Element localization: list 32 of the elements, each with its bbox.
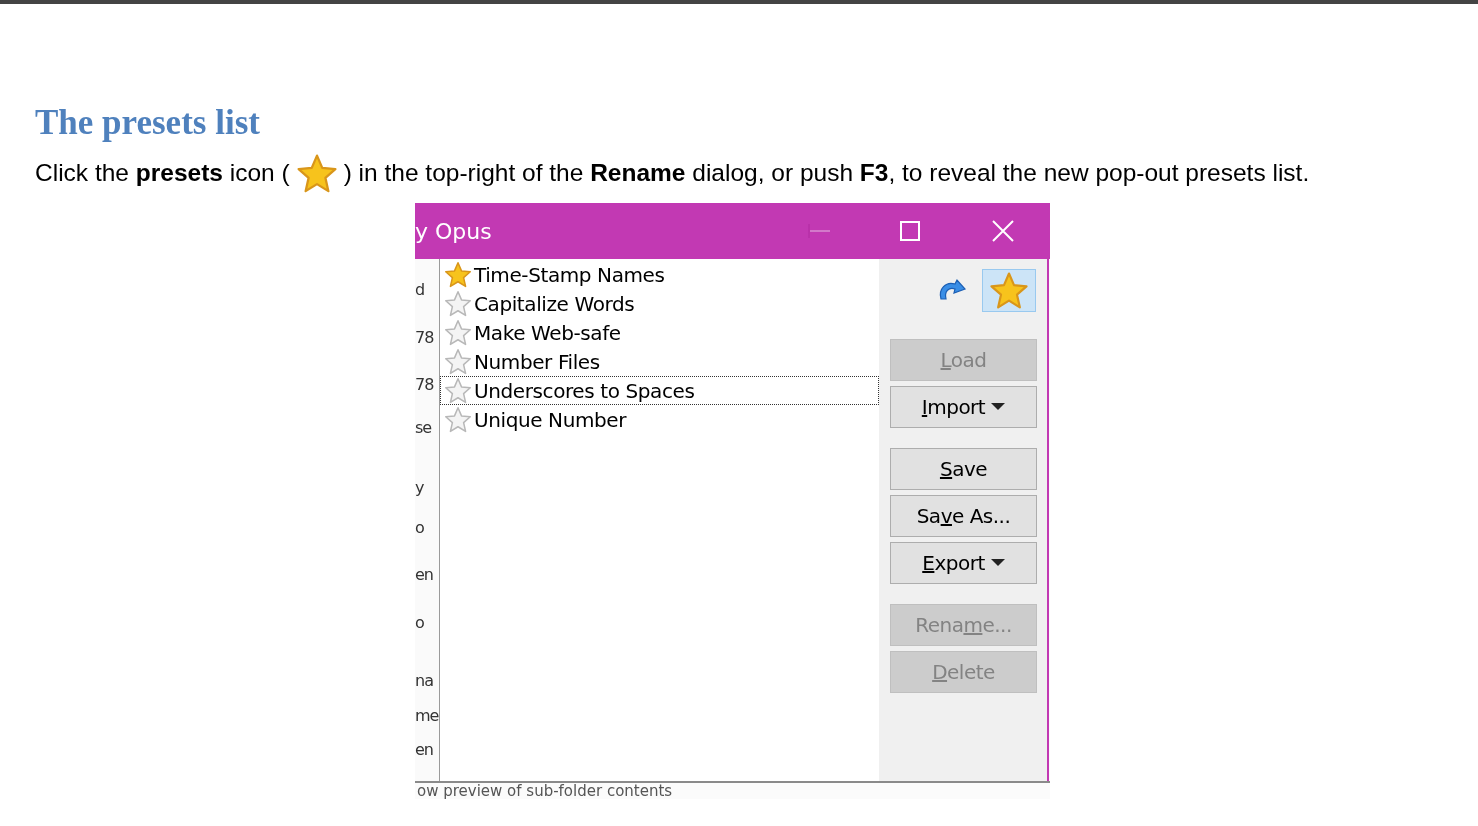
star-icon (989, 270, 1029, 311)
empty-star-icon (444, 405, 472, 434)
background-text: o (415, 517, 424, 539)
background-text: me (415, 705, 439, 727)
background-text: y (415, 477, 424, 499)
preset-action-button[interactable]: Import (890, 386, 1037, 428)
preset-item[interactable]: Make Web-safe (440, 318, 879, 347)
section-heading: The presets list (35, 102, 260, 144)
background-text: se (415, 417, 432, 439)
background-text: 78 (415, 374, 434, 396)
background-text: en (415, 739, 433, 761)
intro-text: ) in the top-right of the Rename dialog, or push F3, to reveal the new pop-out presets list. (343, 159, 1310, 187)
preset-item[interactable]: Time-Stamp Names (440, 260, 879, 289)
window-title: y Opus (415, 218, 493, 244)
background-text: ow preview of sub-folder contents (415, 781, 1050, 799)
preset-item[interactable]: Underscores to Spaces (440, 376, 879, 405)
background-text: d (415, 279, 425, 301)
preset-action-button[interactable]: Save As... (890, 495, 1037, 537)
close-icon[interactable] (992, 220, 1014, 242)
preset-action-button[interactable]: Save (890, 448, 1037, 490)
star-icon (295, 153, 338, 195)
background-text: en (415, 564, 433, 586)
background-text: o (415, 612, 424, 634)
preset-item[interactable]: Capitalize Words (440, 289, 879, 318)
background-text: 78 (415, 327, 434, 349)
preset-action-button[interactable]: Export (890, 542, 1037, 584)
intro-text: Click the presets icon ( (35, 159, 290, 187)
maximize-icon[interactable] (900, 221, 920, 241)
filled-star-icon (444, 260, 472, 289)
preset-item[interactable]: Number Files (440, 347, 879, 376)
background-text: na (415, 670, 433, 692)
preset-item[interactable]: Unique Number (440, 405, 879, 434)
